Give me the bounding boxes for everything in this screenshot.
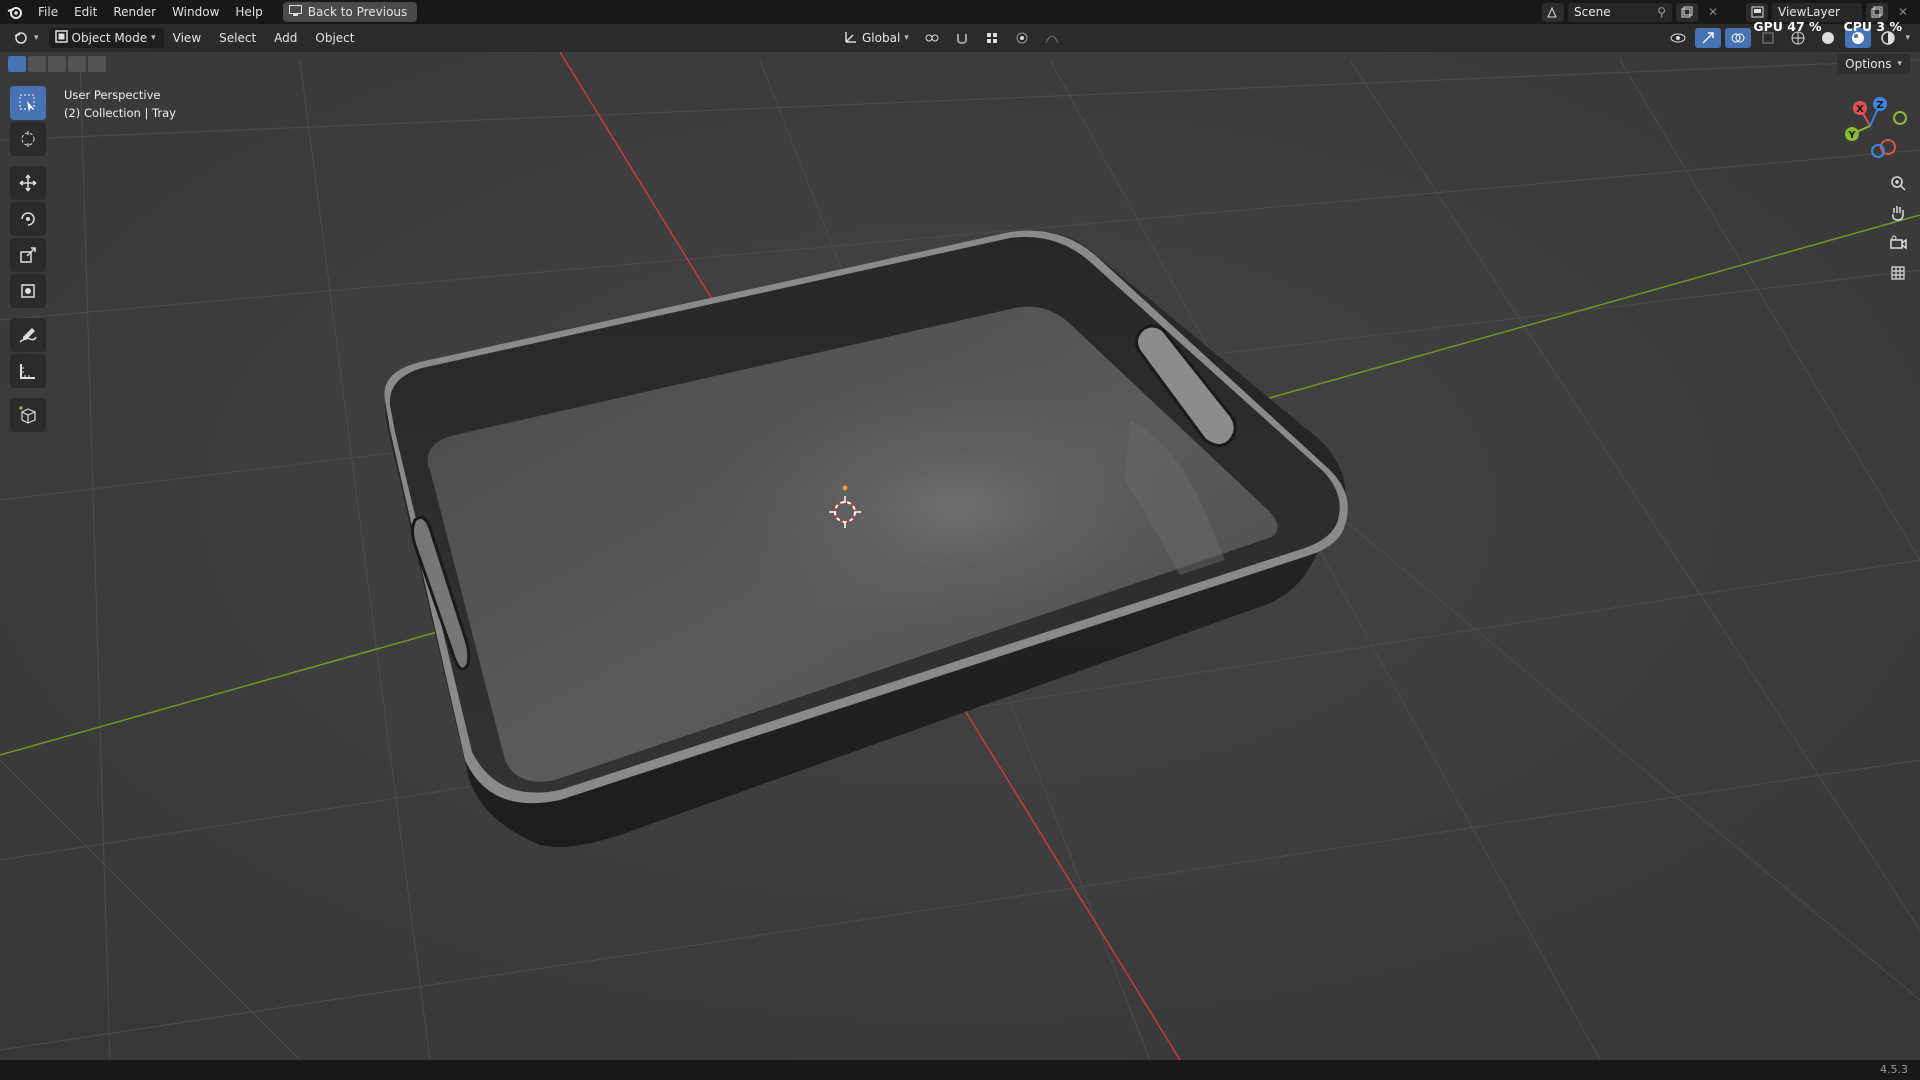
viewport-info: User Perspective (2) Collection | Tray xyxy=(64,86,176,122)
select-new-button[interactable] xyxy=(8,56,26,72)
new-scene-icon[interactable] xyxy=(1676,2,1698,22)
select-invert-button[interactable] xyxy=(68,56,86,72)
gizmo-y-label: Y xyxy=(1847,130,1856,141)
collection-label: (2) Collection | Tray xyxy=(64,106,176,120)
header-menu-add[interactable]: Add xyxy=(265,28,306,48)
viewport-canvas[interactable] xyxy=(0,52,1920,1060)
status-bar: 4.5.3 xyxy=(0,1060,1920,1080)
chevron-down-icon: ▾ xyxy=(151,33,156,43)
back-to-previous-label: Back to Previous xyxy=(307,5,408,19)
navigation-buttons xyxy=(1884,170,1912,286)
header-menu-view[interactable]: View xyxy=(164,28,210,48)
gizmo-z-label: Z xyxy=(1876,100,1883,111)
header-menu-object[interactable]: Object xyxy=(306,28,363,48)
scale-tool[interactable] xyxy=(10,238,46,272)
object-mode-dropdown[interactable]: Object Mode ▾ xyxy=(48,28,164,48)
chevron-down-icon: ▾ xyxy=(1897,59,1902,69)
chevron-down-icon[interactable]: ▾ xyxy=(1905,33,1910,43)
cpu-label: CPU xyxy=(1843,19,1873,34)
move-icon xyxy=(19,174,37,192)
cursor-icon xyxy=(21,131,35,147)
gizmo-x-label: X xyxy=(1856,104,1864,115)
top-menu-bar: File Edit Render Window Help Back to Pre… xyxy=(0,0,1920,24)
blender-window: File Edit Render Window Help Back to Pre… xyxy=(0,0,1920,1080)
screen-icon xyxy=(288,5,302,19)
select-box-icon xyxy=(19,94,35,112)
gpu-value: 47 % xyxy=(1787,19,1822,34)
select-extend-button[interactable] xyxy=(28,56,46,72)
snap-icon[interactable] xyxy=(949,28,975,48)
gpu-label: GPU xyxy=(1753,19,1783,34)
scene-field[interactable]: Scene ⚲ xyxy=(1568,2,1672,22)
gizmo-neg-y-axis[interactable] xyxy=(1893,111,1907,125)
transform-orientation-dropdown[interactable]: Global ▾ xyxy=(838,28,915,48)
annotate-icon xyxy=(19,328,37,343)
viewport-header: ▾ Object Mode ▾ View Select Add Object G… xyxy=(0,24,1920,52)
navigation-gizmo[interactable]: X Z Y xyxy=(1832,92,1912,172)
blender-logo-icon[interactable] xyxy=(0,0,30,24)
back-to-previous-button[interactable]: Back to Previous xyxy=(282,2,418,22)
orthographic-toggle-icon[interactable] xyxy=(1884,260,1912,286)
falloff-icon[interactable] xyxy=(1039,28,1065,48)
pivot-point-icon[interactable] xyxy=(919,28,945,48)
gizmo-toggle-icon[interactable] xyxy=(1695,28,1722,48)
select-subtract-button[interactable] xyxy=(48,56,66,72)
performance-stats: GPU 47 % CPU 3 % xyxy=(1753,19,1902,34)
chevron-down-icon: ▾ xyxy=(34,33,39,43)
measure-icon xyxy=(20,364,35,379)
annotate-tool[interactable] xyxy=(10,318,46,352)
select-box-tool[interactable] xyxy=(10,86,46,120)
editor-type-icon xyxy=(14,30,30,47)
visibility-eye-icon[interactable] xyxy=(1665,28,1691,48)
select-intersect-button[interactable] xyxy=(88,56,106,72)
orientation-label: Global xyxy=(862,31,901,45)
menu-window[interactable]: Window xyxy=(164,0,227,24)
scene-name: Scene xyxy=(1574,5,1611,19)
gpu-stat: GPU 47 % xyxy=(1753,19,1821,34)
object-mode-label: Object Mode xyxy=(71,31,148,45)
move-tool[interactable] xyxy=(10,166,46,200)
menu-render[interactable]: Render xyxy=(105,0,164,24)
options-label: Options xyxy=(1845,57,1892,71)
cursor-tool[interactable] xyxy=(10,122,46,156)
measure-tool[interactable] xyxy=(10,354,46,388)
scale-icon xyxy=(20,247,36,263)
menu-edit[interactable]: Edit xyxy=(66,0,105,24)
transform-icon xyxy=(21,284,35,298)
camera-view-icon[interactable] xyxy=(1884,230,1912,256)
proportional-editing-icon[interactable] xyxy=(1009,28,1035,48)
overlays-toggle-icon[interactable] xyxy=(1725,28,1752,48)
chevron-down-icon: ▾ xyxy=(904,33,909,43)
remove-scene-icon[interactable]: ✕ xyxy=(1702,3,1724,22)
pin-icon[interactable]: ⚲ xyxy=(1657,5,1666,19)
menu-help[interactable]: Help xyxy=(227,0,270,24)
snap-increment-icon[interactable] xyxy=(979,28,1005,48)
cpu-value: 3 % xyxy=(1876,19,1902,34)
rotate-tool[interactable] xyxy=(10,202,46,236)
scene-selector-icon[interactable] xyxy=(1542,2,1564,22)
add-cube-tool[interactable] xyxy=(10,398,46,432)
object-mode-icon xyxy=(54,30,68,46)
tool-shelf xyxy=(10,86,46,432)
view-layer-name: ViewLayer xyxy=(1778,5,1840,19)
rotate-icon xyxy=(21,212,35,226)
menu-file[interactable]: File xyxy=(30,0,66,24)
options-dropdown[interactable]: Options ▾ xyxy=(1837,54,1910,74)
perspective-label: User Perspective xyxy=(64,88,161,102)
transform-tool[interactable] xyxy=(10,274,46,308)
version-label: 4.5.3 xyxy=(1880,1063,1908,1076)
zoom-icon[interactable] xyxy=(1884,170,1912,196)
selection-mode-buttons xyxy=(8,56,106,72)
transform-tools: Global ▾ xyxy=(838,28,1065,48)
pan-hand-icon[interactable] xyxy=(1884,200,1912,226)
add-cube-icon xyxy=(19,406,36,424)
header-menu-select[interactable]: Select xyxy=(210,28,265,48)
3d-viewport[interactable] xyxy=(0,52,1920,1060)
cpu-stat: CPU 3 % xyxy=(1844,19,1902,34)
object-origin-dot xyxy=(842,485,848,491)
editor-type-button[interactable]: ▾ xyxy=(8,28,45,48)
orientation-icon xyxy=(844,30,858,47)
